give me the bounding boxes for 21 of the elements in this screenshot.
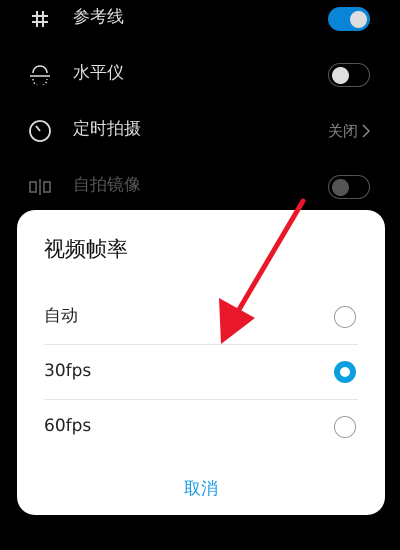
option-label: 60fps [44,415,92,438]
setting-label: 定时拍摄 [73,118,142,141]
dialog-title: 视频帧率 [44,236,129,263]
radio-button[interactable] [334,360,356,382]
mirror-icon [28,177,52,197]
radio-button[interactable] [334,416,356,438]
option-row[interactable]: 60fps [44,400,358,454]
toggle-switch[interactable] [328,63,370,87]
grid-icon [30,9,50,29]
setting-label: 自拍镜像 [73,174,142,197]
toggle-switch[interactable] [328,7,370,31]
level-icon [28,65,52,85]
option-row[interactable]: 30fps [44,344,358,400]
radio-button[interactable] [334,306,356,328]
timer-icon [28,119,52,143]
setting-value: 关闭 [328,120,358,142]
setting-label: 参考线 [73,6,125,29]
option-label: 自动 [44,304,78,328]
option-label: 30fps [44,360,92,383]
setting-label: 水平仪 [73,62,125,85]
chevron-icon [362,124,370,138]
